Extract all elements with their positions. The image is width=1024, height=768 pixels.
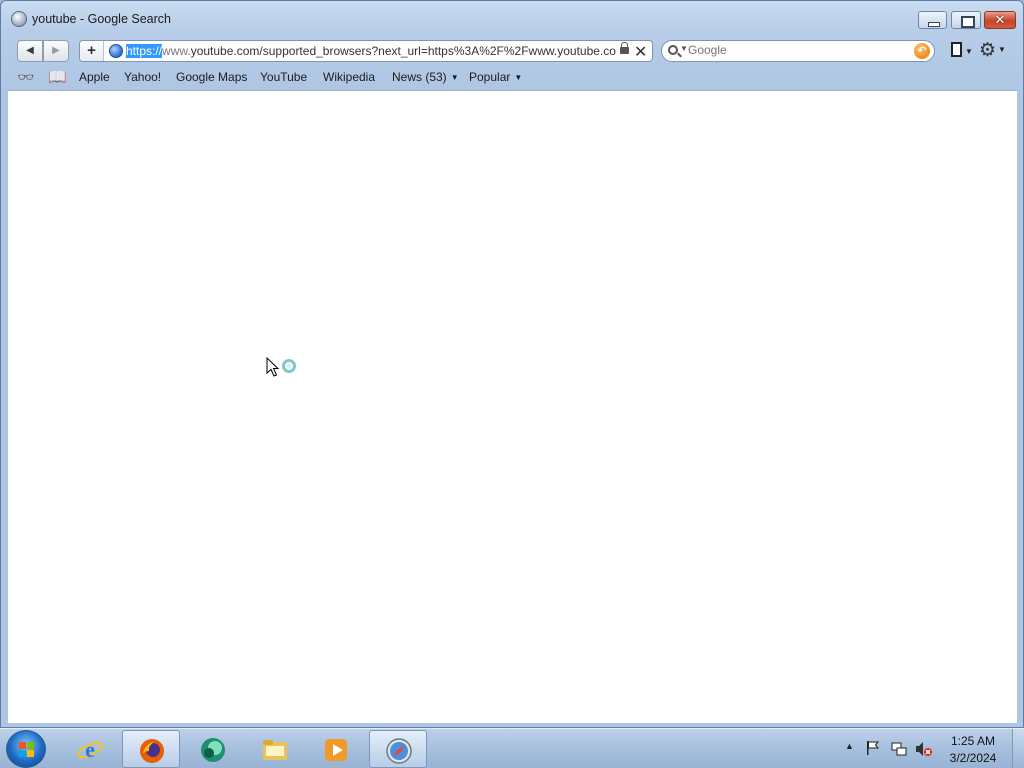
search-input[interactable] — [688, 43, 908, 57]
messenger-icon — [201, 738, 225, 762]
reading-list-icon[interactable]: 👓 — [17, 69, 34, 86]
bookmark-popular-label: Popular — [469, 70, 511, 84]
volume-muted-icon[interactable] — [915, 741, 933, 757]
taskbar-firefox[interactable] — [122, 730, 180, 768]
close-button[interactable]: ✕ — [984, 11, 1016, 29]
firefox-icon — [140, 739, 164, 763]
search-icon[interactable] — [668, 45, 678, 55]
url-subdomain-text: www. — [162, 44, 191, 58]
taskbar: e ▲ 1:25 AM 3/2/2024 — [0, 728, 1024, 768]
bookmark-youtube[interactable]: YouTube — [260, 70, 307, 84]
search-field[interactable]: ▼ ↶ — [661, 40, 935, 62]
taskbar-messenger[interactable] — [184, 730, 242, 768]
browser-window: youtube - Google Search ✕ ◀ ▶ + https://… — [0, 0, 1024, 728]
action-center-icon[interactable] — [866, 741, 880, 755]
forward-button[interactable]: ▶ — [43, 40, 69, 62]
bookmark-google-maps[interactable]: Google Maps — [176, 70, 247, 84]
show-hidden-icons-button[interactable]: ▲ — [845, 741, 854, 751]
chevron-down-icon: ▼ — [450, 73, 459, 82]
url-path-text: youtube.com/supported_browsers?next_url=… — [190, 44, 616, 58]
title-bar[interactable]: youtube - Google Search ✕ — [1, 1, 1023, 35]
page-content[interactable] — [8, 90, 1017, 723]
taskbar-safari[interactable] — [369, 730, 427, 768]
page-icon — [951, 42, 962, 57]
bookmarks-icon[interactable]: 📖 — [48, 68, 67, 86]
page-menu-button[interactable]: ▼ — [949, 41, 973, 61]
clock-date[interactable]: 3/2/2024 — [940, 751, 1006, 765]
globe-icon — [109, 44, 123, 58]
minimize-button[interactable] — [918, 11, 947, 29]
window-title: youtube - Google Search — [32, 12, 171, 26]
snapback-icon[interactable]: ↶ — [914, 43, 930, 59]
gear-icon: ⚙ — [979, 40, 997, 61]
bookmark-news-label: News (53) — [392, 70, 447, 84]
taskbar-internet-explorer[interactable]: e — [61, 730, 119, 768]
svg-text:e: e — [85, 737, 95, 762]
close-icon: ✕ — [994, 12, 1006, 27]
bookmark-news-menu[interactable]: News (53) ▼ — [392, 70, 459, 84]
windows-logo-icon — [19, 742, 34, 757]
chevron-down-icon: ▼ — [965, 47, 973, 56]
internet-explorer-icon: e — [77, 737, 103, 762]
clock-time[interactable]: 1:25 AM — [940, 734, 1006, 748]
folder-icon — [263, 740, 287, 760]
bookmarks-bar: 👓 📖 Apple Yahoo! Google Maps YouTube Wik… — [1, 67, 1023, 89]
bookmark-wikipedia[interactable]: Wikipedia — [323, 70, 375, 84]
bookmark-popular-menu[interactable]: Popular ▼ — [469, 70, 522, 84]
url-field[interactable]: https://www.youtube.com/supported_browse… — [126, 44, 621, 58]
start-button[interactable] — [6, 730, 46, 768]
busy-cursor-icon — [266, 357, 296, 377]
taskbar-file-explorer[interactable] — [246, 730, 304, 768]
lock-icon — [620, 42, 629, 55]
back-button[interactable]: ◀ — [17, 40, 43, 62]
safari-compass-icon — [386, 738, 412, 764]
safari-icon — [11, 11, 27, 27]
network-icon[interactable] — [891, 741, 907, 757]
toolbar: ◀ ▶ + https://www.youtube.com/supported_… — [1, 37, 1023, 65]
address-bar[interactable]: + https://www.youtube.com/supported_brow… — [79, 40, 653, 62]
media-player-icon — [325, 739, 347, 761]
stop-loading-button[interactable]: ✕ — [634, 42, 647, 62]
bookmark-yahoo[interactable]: Yahoo! — [124, 70, 161, 84]
chevron-down-icon: ▼ — [998, 45, 1006, 54]
show-desktop-button[interactable] — [1012, 729, 1024, 768]
add-bookmark-button[interactable]: + — [80, 41, 104, 61]
chevron-down-icon[interactable]: ▼ — [680, 44, 688, 53]
settings-menu-button[interactable]: ⚙ ▼ — [979, 39, 1007, 61]
maximize-button[interactable] — [951, 11, 981, 29]
taskbar-media-player[interactable] — [307, 730, 365, 768]
chevron-down-icon: ▼ — [514, 73, 523, 82]
bookmark-apple[interactable]: Apple — [79, 70, 110, 84]
url-selected-text: https:// — [126, 44, 163, 58]
